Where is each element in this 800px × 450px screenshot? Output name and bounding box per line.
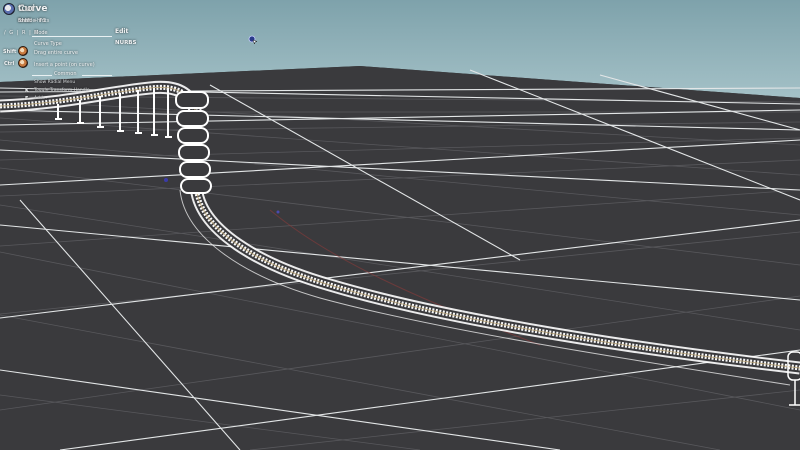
tool-hints-panel: Curve tool Press Shift + F1 to hide hint… bbox=[3, 3, 137, 102]
modifier-key-ctrl: Ctrl bbox=[4, 61, 15, 67]
mode-value: Edit bbox=[115, 28, 129, 35]
curve-type-label: Curve Type bbox=[34, 41, 62, 47]
shortcut-key: K bbox=[25, 88, 29, 94]
cursor-icon bbox=[248, 35, 258, 45]
common-section-title: Common bbox=[54, 71, 77, 77]
common-divider-right bbox=[82, 75, 112, 76]
viewport-3d[interactable]: Curve tool Press Shift + F1 to hide hint… bbox=[0, 0, 800, 450]
mouse-icon bbox=[18, 46, 28, 56]
modifier-key-shift: Shift bbox=[3, 49, 17, 55]
curve-type-value: NURBS bbox=[115, 40, 137, 46]
mode-divider bbox=[32, 36, 112, 37]
shortcut-key: F bbox=[25, 96, 29, 102]
common-divider-left bbox=[32, 75, 52, 76]
shortcut-label: Add... bbox=[34, 96, 48, 101]
pivot-marker[interactable] bbox=[164, 178, 168, 182]
shortcut-label: Show Radial Menu bbox=[34, 80, 76, 85]
shortcut-label: Toggle Transform Handle bbox=[34, 88, 90, 93]
modifier-action-ctrl: Insert a point (on curve) bbox=[34, 62, 95, 68]
origin-marker bbox=[276, 210, 280, 214]
modifier-action-shift: Drag entire curve bbox=[34, 50, 78, 56]
curve-tool-icon bbox=[3, 3, 15, 15]
mouse-icon bbox=[18, 58, 28, 68]
